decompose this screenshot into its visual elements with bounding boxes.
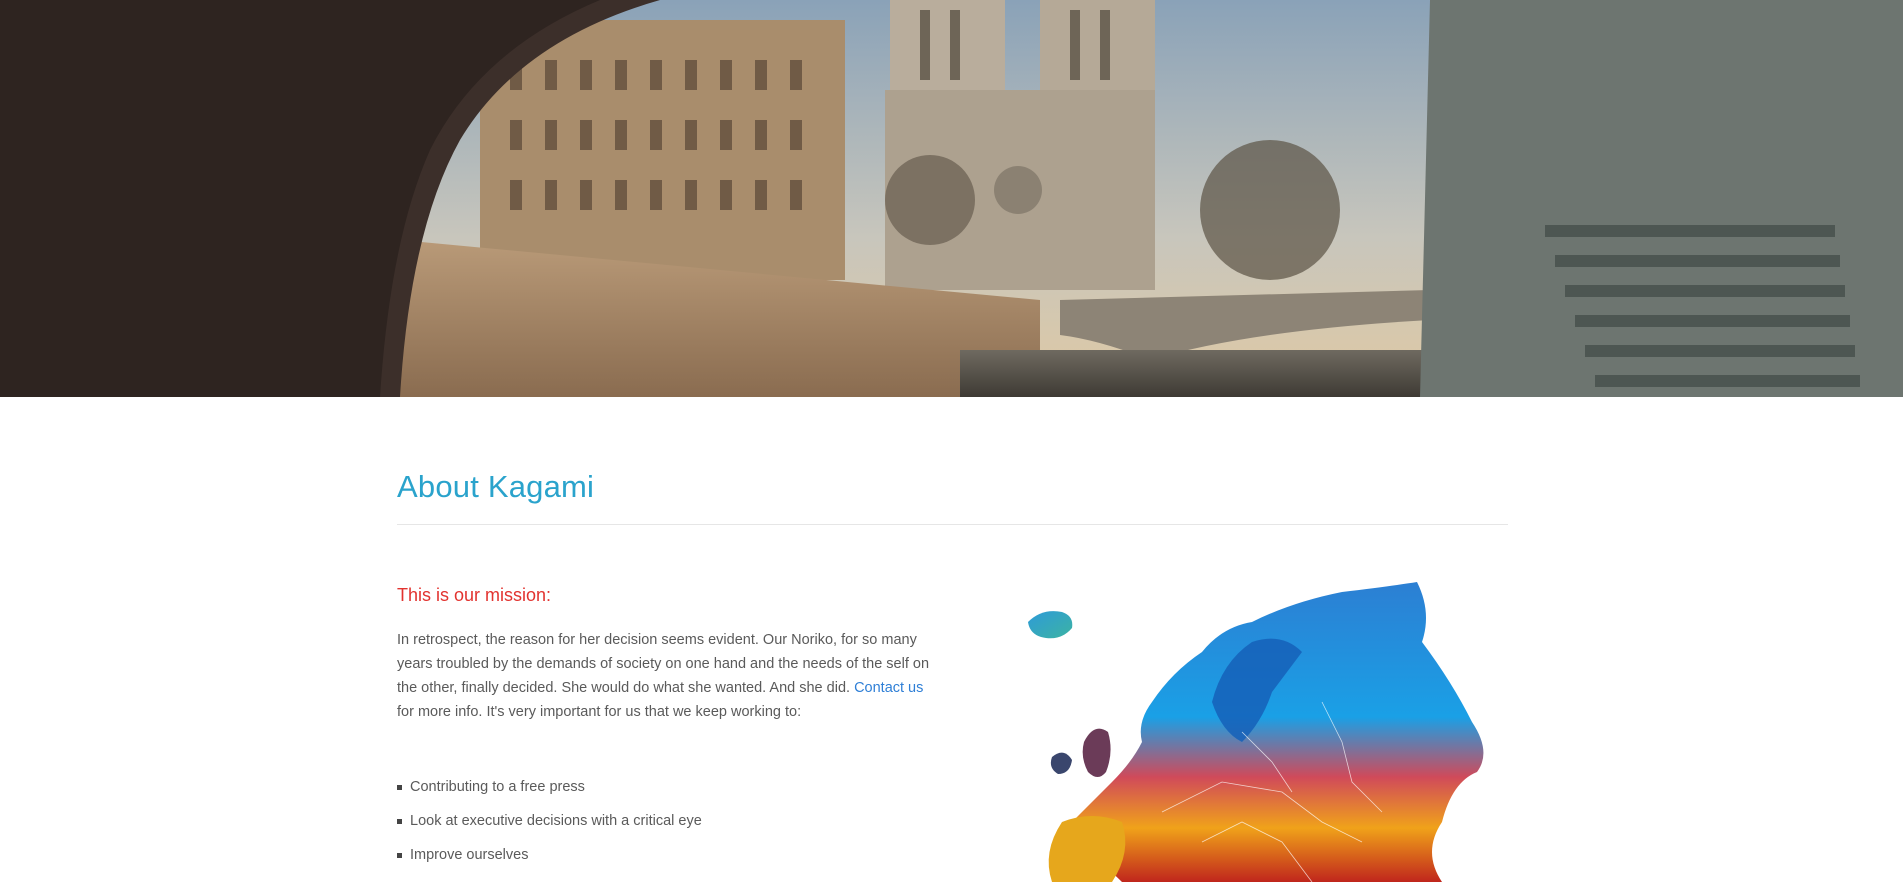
square-bullet-icon [397,852,402,858]
goal-text: Improve ourselves [410,847,529,863]
goal-list: Contributing to a free press Look at exe… [397,770,702,872]
mission-paragraph-text-continued: for more info. It's very important for u… [397,704,802,720]
title-divider [397,524,1508,525]
list-item: Look at executive decisions with a criti… [397,804,702,838]
europe-map-image [1022,582,1508,883]
hero-image [0,0,1903,397]
goal-text: Look at executive decisions with a criti… [410,813,702,829]
goal-text: Contributing to a free press [410,779,585,795]
hero-photo-illustration [0,0,1903,397]
mission-paragraph: In retrospect, the reason for her decisi… [397,628,937,724]
list-item: Contributing to a free press [397,770,702,804]
square-bullet-icon [397,818,402,824]
mission-paragraph-text: In retrospect, the reason for her decisi… [397,632,930,696]
list-item: Improve ourselves [397,838,702,872]
contact-us-link[interactable]: Contact us [854,680,923,696]
square-bullet-icon [397,784,402,790]
europe-map-illustration [1028,582,1484,883]
mission-heading: This is our mission: [397,585,552,605]
page-title: About Kagami [397,469,595,504]
